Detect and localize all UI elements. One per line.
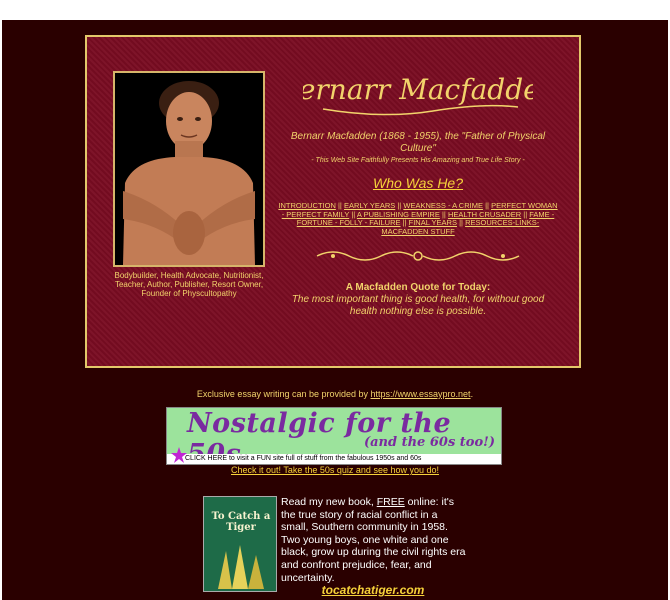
- hero-text-column: Bernarr Macfadden Bernarr Macfadden (186…: [277, 65, 559, 318]
- book-site-link[interactable]: tocatchatiger.com: [322, 583, 425, 597]
- who-was-he-link[interactable]: Who Was He?: [373, 175, 463, 191]
- nav-separator: ||: [459, 218, 463, 228]
- ornamental-divider: [316, 251, 520, 262]
- subject-name-line: Bernarr Macfadden (1868 - 1955), the "Fa…: [290, 131, 546, 154]
- essay-promo: Exclusive essay writing can be provided …: [0, 389, 670, 399]
- essay-suffix: .: [470, 389, 474, 399]
- nostalgic-50s-banner[interactable]: Nostalgic for the 50s (and the 60s too!)…: [166, 407, 502, 465]
- signature-image: Bernarr Macfadden: [303, 73, 533, 116]
- essay-link[interactable]: https://www.essaypro.net: [371, 389, 471, 399]
- book-text-after: online: it's the true story of racial co…: [281, 496, 466, 584]
- site-tagline: - This Web Site Faithfully Presents His …: [311, 157, 525, 164]
- quote-text: The most important thing is good health,…: [291, 294, 545, 318]
- quote-heading: A Macfadden Quote for Today:: [345, 282, 491, 294]
- quiz-promo: Check it out! Take the 50s quiz and see …: [0, 465, 670, 475]
- star-icon: [171, 447, 187, 463]
- hero-panel: Bodybuilder, Health Advocate, Nutritioni…: [85, 35, 581, 368]
- essay-prefix: Exclusive essay writing can be provided …: [196, 389, 371, 399]
- macfadden-portrait: [113, 71, 265, 267]
- book-text-before: Read my new book,: [281, 496, 377, 508]
- book-cover-art: [218, 545, 264, 589]
- portrait-caption: Bodybuilder, Health Advocate, Nutritioni…: [114, 271, 264, 298]
- book-description: Read my new book, FREE online: it's the …: [281, 496, 467, 584]
- book-site-link-wrap: tocatchatiger.com: [280, 583, 466, 597]
- book-cover-title: To Catch a Tiger: [211, 511, 271, 533]
- book-cover-image[interactable]: To Catch a Tiger: [203, 496, 277, 592]
- signature-text: Bernarr Macfadden: [303, 73, 533, 106]
- book-free-label: FREE: [376, 496, 405, 508]
- section-nav: INTRODUCTION || EARLY YEARS || WEAKNESS …: [277, 201, 559, 236]
- banner-click-strip: CLICK HERE to visit a FUN site full of s…: [167, 454, 501, 464]
- quiz-link[interactable]: Check it out! Take the 50s quiz and see …: [231, 465, 439, 475]
- banner-subtitle: (and the 60s too!): [363, 435, 495, 450]
